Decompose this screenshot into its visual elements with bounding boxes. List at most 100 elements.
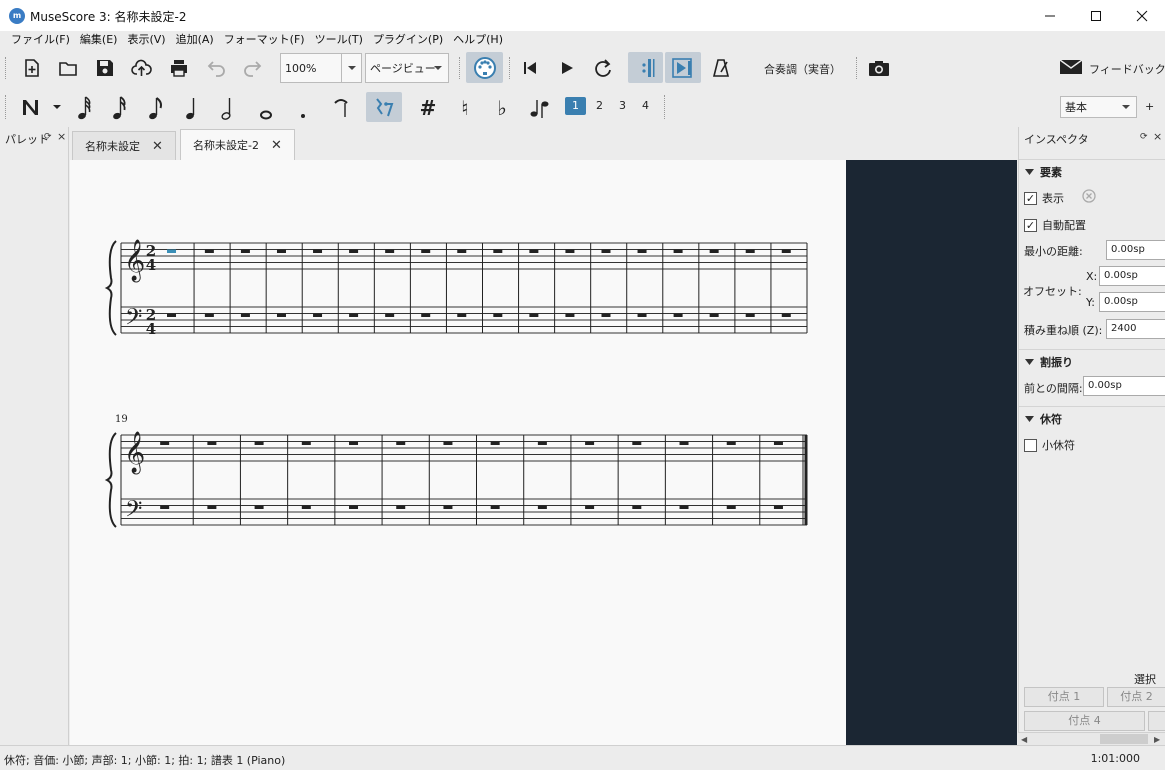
menu-add[interactable]: 追加(A) [171, 31, 219, 49]
toolbar-grip[interactable] [5, 95, 8, 119]
play-button[interactable] [555, 56, 579, 80]
measure-rest [349, 249, 359, 253]
workspace-combobox[interactable]: 基本 [1060, 96, 1137, 118]
measure-rest [240, 313, 250, 317]
segment-section-header[interactable]: 割振り [1025, 354, 1073, 370]
menu-file[interactable]: ファイル(F) [6, 31, 75, 49]
duration-16th-button[interactable] [145, 94, 167, 122]
tie-button[interactable] [330, 94, 352, 122]
play-repeats-button[interactable] [628, 52, 663, 83]
select-more-button[interactable] [1148, 711, 1165, 731]
flip-direction-button[interactable] [527, 94, 553, 122]
close-panel-icon[interactable]: × [57, 130, 66, 143]
menu-edit[interactable]: 編集(E) [75, 31, 123, 49]
visible-checkbox[interactable]: ✓ 表示 [1024, 190, 1064, 206]
toolbar-grip[interactable] [509, 57, 512, 79]
select-dot2-button[interactable]: 付点 2 [1107, 687, 1165, 707]
stacking-order-field[interactable]: 2400 [1106, 319, 1165, 339]
toolbar-grip[interactable] [856, 57, 859, 79]
tab-score-1[interactable]: 名称未設定 ✕ [72, 131, 176, 160]
leading-space-field[interactable]: 0.00sp [1083, 376, 1165, 396]
pan-score-button[interactable] [665, 52, 701, 83]
voice-4-button[interactable]: 4 [635, 97, 656, 115]
print-button[interactable] [167, 56, 191, 80]
save-online-button[interactable] [130, 56, 154, 80]
zoom-value: 100% [285, 61, 317, 75]
min-distance-field[interactable]: 0.00sp [1106, 240, 1165, 260]
undo-button[interactable] [204, 56, 228, 80]
redo-button[interactable] [241, 56, 265, 80]
scroll-right-icon[interactable]: ▶ [1154, 735, 1160, 744]
score-canvas[interactable]: 𝄞 𝄢 2 4 2 4 𝄞 𝄢 19 [70, 160, 1017, 745]
close-panel-icon[interactable]: × [1153, 130, 1162, 143]
scrollbar-thumb[interactable] [1100, 734, 1148, 744]
view-mode-combobox[interactable]: ページビュー [365, 53, 449, 83]
rest-section-header[interactable]: 休符 [1025, 411, 1062, 427]
voice-2-button[interactable]: 2 [589, 97, 610, 115]
menu-format[interactable]: フォーマット(F) [219, 31, 310, 49]
minimize-button[interactable] [1027, 0, 1073, 31]
menu-view[interactable]: 表示(V) [122, 31, 170, 49]
duration-whole-button[interactable] [255, 94, 277, 122]
image-capture-button[interactable] [866, 56, 892, 80]
midi-icon [473, 56, 496, 79]
add-workspace-button[interactable]: + [1145, 100, 1154, 113]
undock-icon[interactable]: ⟳ [44, 132, 52, 142]
tab-score-2[interactable]: 名称未設定-2 ✕ [180, 129, 295, 160]
toolbar-grip[interactable] [664, 95, 667, 119]
menu-plugins[interactable]: プラグイン(P) [368, 31, 448, 49]
offset-y-field[interactable]: 0.00sp [1099, 292, 1165, 312]
close-window-button[interactable] [1119, 0, 1165, 31]
duration-quarter-button[interactable] [217, 94, 239, 122]
metronome-button[interactable] [709, 56, 733, 80]
status-text: 休符; 音価: 小節; 声部: 1; 小節: 1; 拍: 1; 譜表 1 (Pi… [4, 754, 286, 767]
close-icon[interactable]: ✕ [152, 139, 163, 154]
open-button[interactable] [56, 56, 80, 80]
palette-panel: パレット ⟳ × [0, 127, 69, 745]
midi-input-button[interactable] [466, 52, 503, 83]
flat-button[interactable]: ♭ [490, 94, 514, 122]
voice-1-button[interactable]: 1 [565, 97, 586, 115]
score-page[interactable]: 𝄞 𝄢 2 4 2 4 𝄞 𝄢 19 [70, 160, 846, 745]
reset-icon[interactable] [1081, 188, 1097, 207]
voice-3-button[interactable]: 3 [612, 97, 633, 115]
inspector-scrollbar[interactable]: ◀ ▶ [1018, 732, 1165, 745]
maximize-button[interactable] [1073, 0, 1119, 31]
menu-help[interactable]: ヘルプ(H) [448, 31, 508, 49]
note-input-icon [23, 100, 61, 115]
collapse-arrow-icon [1025, 359, 1034, 365]
close-icon[interactable]: ✕ [271, 138, 282, 153]
feedback-button[interactable] [1059, 58, 1083, 76]
measure-rest [601, 313, 611, 317]
toolbar-grip[interactable] [5, 57, 8, 79]
toolbar-grip[interactable] [459, 57, 462, 79]
element-section-header[interactable]: 要素 [1025, 164, 1062, 180]
offset-x-field[interactable]: 0.00sp [1099, 266, 1165, 286]
select-dot1-button[interactable]: 付点 1 [1024, 687, 1104, 707]
sharp-button[interactable]: # [416, 94, 440, 122]
save-button[interactable] [93, 56, 117, 80]
augmentation-dot-button[interactable] [292, 94, 314, 122]
menu-tools[interactable]: ツール(T) [310, 31, 368, 49]
rest-button[interactable] [366, 92, 402, 122]
duration-64th-button[interactable] [74, 94, 96, 122]
duration-8th-button[interactable] [181, 94, 203, 122]
note-input-mode-button[interactable] [18, 94, 64, 120]
new-score-button[interactable] [20, 56, 44, 80]
score-notation[interactable]: 𝄞𝄢2424 𝄞𝄢 19 [70, 160, 846, 745]
scroll-left-icon[interactable]: ◀ [1021, 735, 1027, 744]
duration-32nd-button[interactable] [109, 94, 131, 122]
measure-rest [529, 249, 539, 253]
concert-pitch-button[interactable]: 合奏調（実音） [764, 61, 841, 77]
feedback-label[interactable]: フィードバック [1089, 61, 1165, 77]
natural-button[interactable]: ♮ [453, 94, 477, 122]
autoplace-checkbox[interactable]: ✓ 自動配置 [1024, 217, 1086, 233]
select-dot4-button[interactable]: 付点 4 [1024, 711, 1145, 731]
small-rest-checkbox[interactable]: 小休符 [1024, 437, 1075, 453]
system-1: 𝄞𝄢2424 [104, 239, 808, 338]
loop-button[interactable] [591, 56, 615, 80]
rewind-button[interactable] [518, 56, 542, 80]
zoom-combobox[interactable]: 100% [280, 53, 362, 83]
camera-icon [869, 61, 889, 76]
undock-icon[interactable]: ⟳ [1140, 132, 1148, 142]
